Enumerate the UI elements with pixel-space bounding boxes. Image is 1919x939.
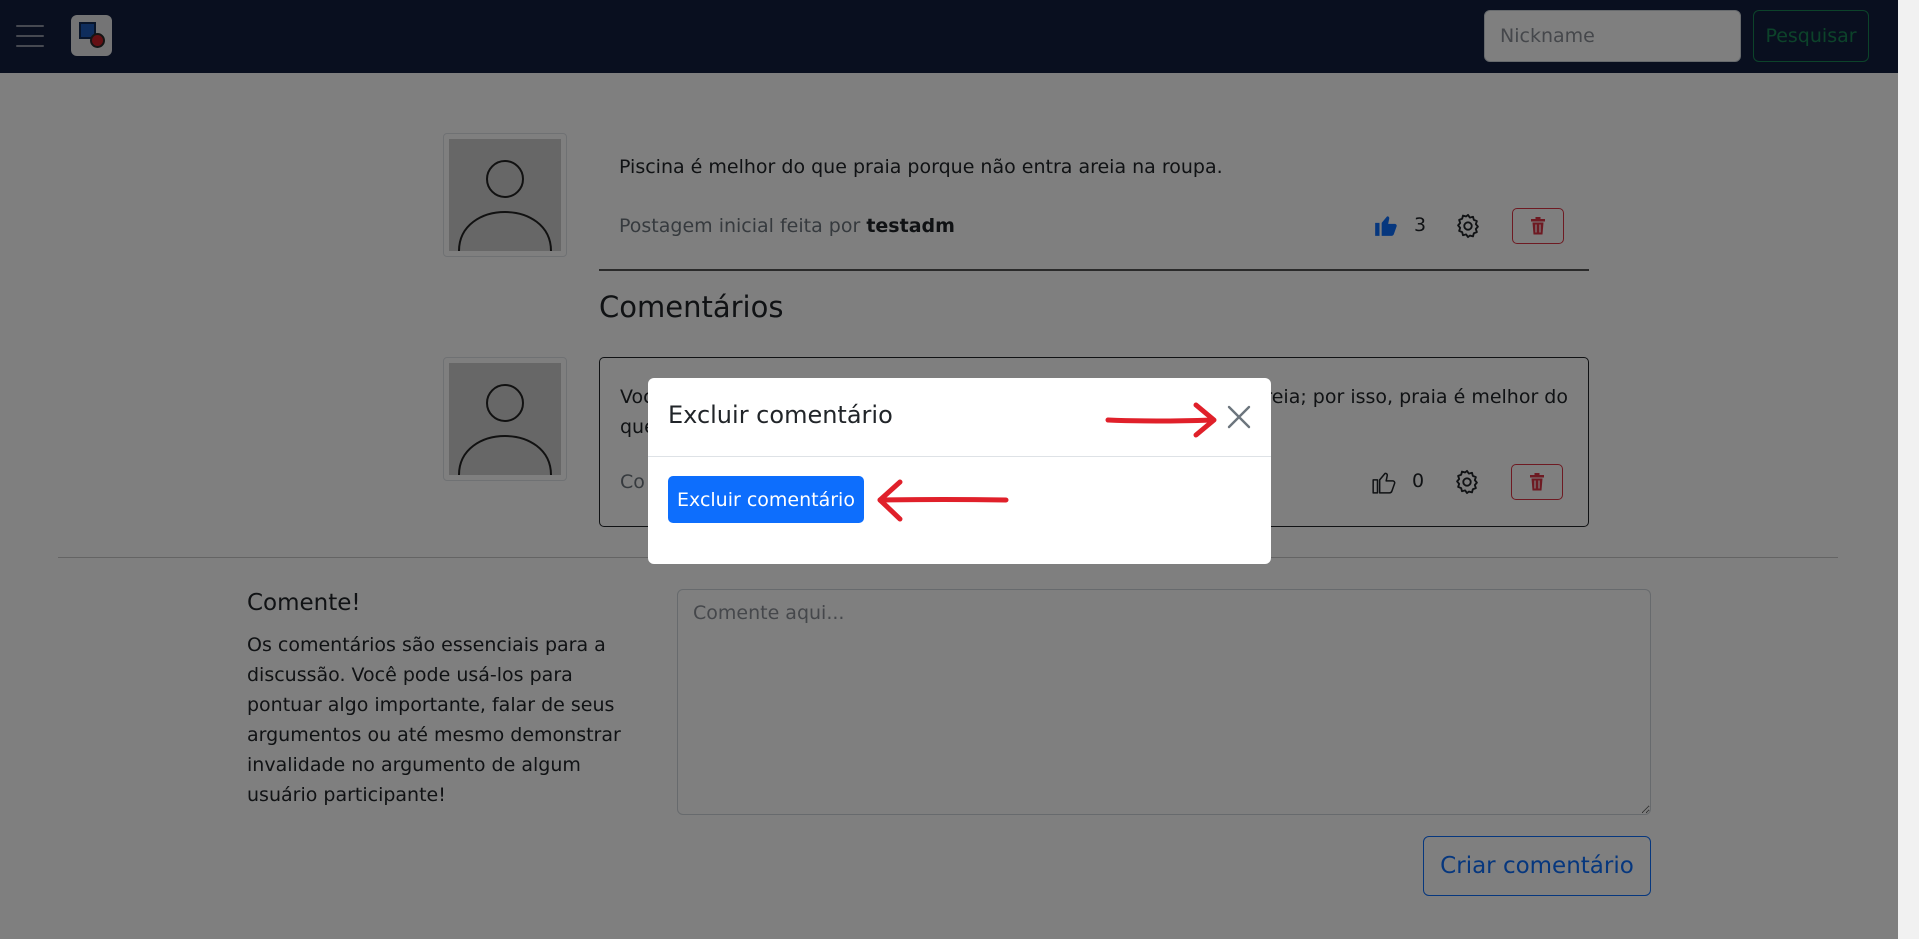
close-icon[interactable] (1226, 404, 1252, 430)
modal-title: Excluir comentário (668, 401, 893, 429)
confirm-delete-button[interactable]: Excluir comentário (668, 476, 864, 523)
annotation-arrow-left-icon (877, 479, 1009, 522)
annotation-arrow-right-icon (1105, 402, 1217, 438)
scrollbar[interactable] (1898, 0, 1919, 939)
